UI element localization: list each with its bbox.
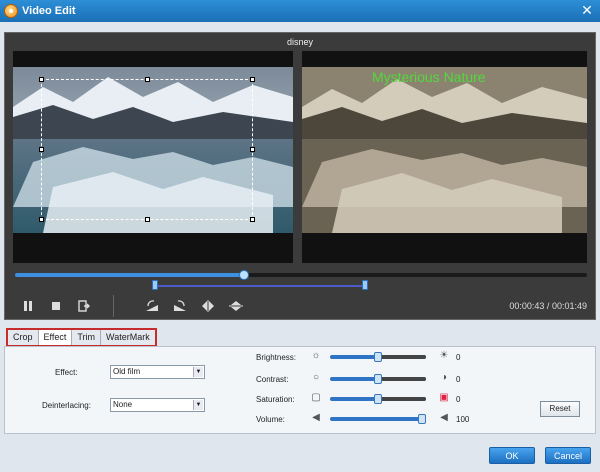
contrast-slider-knob[interactable] [374,374,382,384]
contrast-label: Contrast: [256,375,289,384]
tab-trim[interactable]: Trim [72,330,102,345]
volume-slider-knob[interactable] [418,414,426,424]
pause-icon[interactable] [19,297,37,315]
trim-start-handle[interactable] [152,280,158,290]
trim-end-handle[interactable] [362,280,368,290]
crop-handle[interactable] [39,147,44,152]
timeline-progress [15,273,244,277]
saturation-slider-knob[interactable] [374,394,382,404]
saturation-slider[interactable] [330,394,426,404]
tab-effect[interactable]: Effect [38,330,73,345]
controls-divider [113,295,114,317]
saturation-low-icon: ▢ [311,392,321,403]
snapshot-icon[interactable] [75,297,93,315]
crop-handle[interactable] [145,217,150,222]
crop-handle[interactable] [250,77,255,82]
edit-tabs: Crop Effect Trim WaterMark [6,328,157,347]
output-video-frame [302,67,587,233]
original-preview [13,51,293,263]
ok-button[interactable]: OK [489,447,535,464]
cancel-button[interactable]: Cancel [545,447,591,464]
slider-rest [378,355,426,359]
crop-selection-box[interactable] [39,77,255,222]
chevron-down-icon: ▼ [193,367,203,377]
flip-vertical-icon[interactable] [227,297,245,315]
crop-handle[interactable] [250,217,255,222]
crop-handle[interactable] [39,217,44,222]
flip-horizontal-icon[interactable] [199,297,217,315]
time-current: 00:00:43 [509,301,545,311]
brightness-label: Brightness: [256,353,297,362]
output-preview: Mysterious Nature [302,51,587,263]
time-separator: / [546,301,550,311]
deinterlacing-label: Deinterlacing: [42,401,91,410]
brightness-slider-knob[interactable] [374,352,382,362]
saturation-label: Saturation: [256,395,295,404]
speaker-high-icon: ◀ [440,412,448,423]
effect-select[interactable]: Old film ▼ [110,365,205,379]
effect-label: Effect: [55,368,78,377]
volume-label: Volume: [256,415,285,424]
crop-handle[interactable] [250,147,255,152]
reset-button[interactable]: Reset [540,401,580,417]
crop-handle[interactable] [145,77,150,82]
video-title: disney [286,37,313,47]
saturation-value: 0 [456,395,461,404]
crop-handle[interactable] [39,77,44,82]
title-bar: Video Edit ✕ [0,0,600,22]
brightness-slider[interactable] [330,352,426,362]
deinterlacing-select-value: None [113,400,133,409]
app-logo-icon [4,4,18,18]
stop-icon[interactable] [47,297,65,315]
watermark-text: Mysterious Nature [372,69,486,85]
volume-slider[interactable] [330,414,426,424]
contrast-value: 0 [456,375,461,384]
effect-panel [4,346,596,434]
sun-small-icon: ☼ [311,350,321,361]
slider-rest [378,397,426,401]
saturation-high-icon: ▣ [439,392,449,403]
sun-large-icon: ☀ [439,350,449,361]
contrast-low-icon: ○ [312,372,320,383]
effect-select-value: Old film [113,367,141,376]
slider-rest [378,377,426,381]
time-readout: 00:00:43 / 00:01:49 [509,301,587,311]
contrast-high-icon: ◑ [440,372,448,383]
close-button[interactable]: ✕ [579,2,595,18]
tab-crop[interactable]: Crop [8,330,39,345]
brightness-value: 0 [456,353,461,362]
time-total: 00:01:49 [551,301,587,311]
timeline-slider[interactable] [15,270,587,280]
rotate-right-icon[interactable] [171,297,189,315]
preview-frame: disney Mysterious Nature 00:00:43 / 00:0… [4,32,596,320]
rotate-left-icon[interactable] [143,297,161,315]
window-title: Video Edit [22,5,76,17]
deinterlacing-select[interactable]: None ▼ [110,398,205,412]
timeline-thumb[interactable] [239,270,249,280]
tab-watermark[interactable]: WaterMark [101,330,155,345]
trim-range [152,280,368,290]
speaker-low-icon: ◀ [312,412,320,423]
contrast-slider[interactable] [330,374,426,384]
volume-value: 100 [456,415,470,424]
chevron-down-icon: ▼ [193,400,203,410]
